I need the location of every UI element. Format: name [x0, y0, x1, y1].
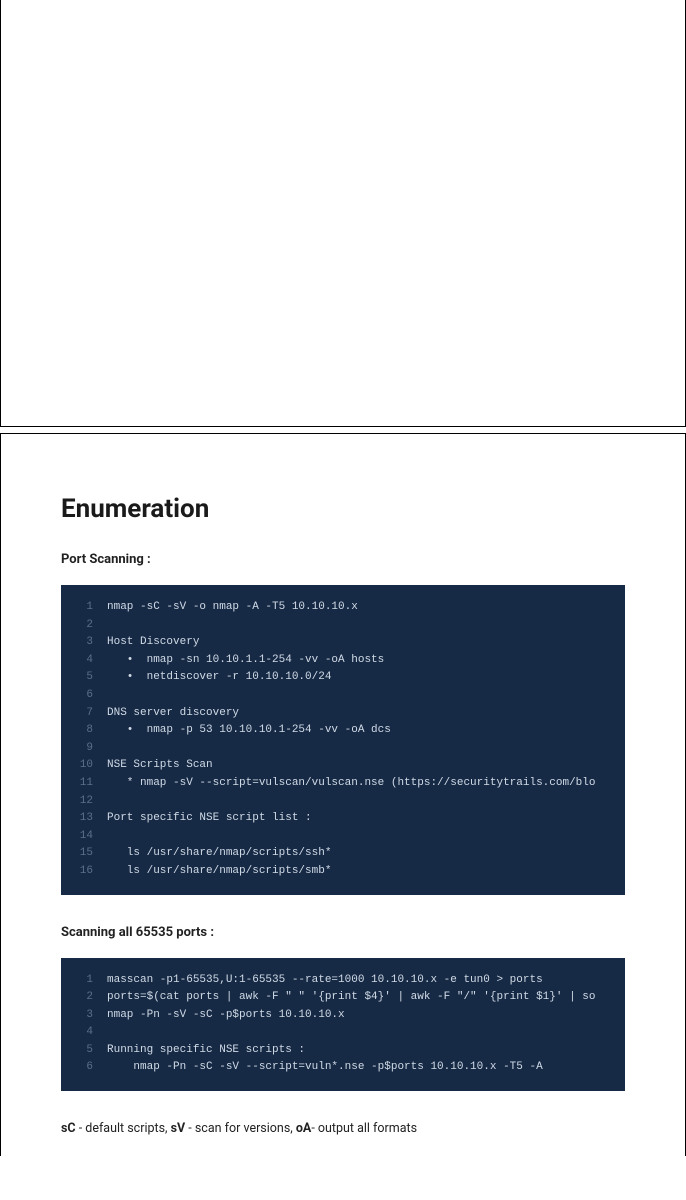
- code-line: 4 • nmap -sn 10.10.1.1-254 -vv -oA hosts: [71, 652, 615, 670]
- section-heading: Enumeration: [61, 494, 625, 524]
- code-line: 11 * nmap -sV --script=vulscan/vulscan.n…: [71, 775, 615, 793]
- subheading-port-scanning: Port Scanning :: [61, 552, 625, 567]
- line-number: 1: [71, 599, 93, 617]
- code-line: 13 Port specific NSE script list :: [71, 810, 615, 828]
- line-number: 2: [71, 989, 93, 1007]
- code-line: 5 Running specific NSE scripts :: [71, 1042, 615, 1060]
- line-number: 11: [71, 775, 93, 793]
- line-number: 7: [71, 705, 93, 723]
- legend-sv: sV: [171, 1121, 186, 1136]
- code-text: ports=$(cat ports | awk -F " " '{print $…: [107, 989, 595, 1007]
- code-text: Running specific NSE scripts :: [107, 1042, 305, 1060]
- code-line: 12: [71, 793, 615, 811]
- line-number: 2: [71, 617, 93, 635]
- line-number: 5: [71, 669, 93, 687]
- legend-oa: oA: [296, 1121, 311, 1136]
- code-line: 3 Host Discovery: [71, 634, 615, 652]
- code-text: * nmap -sV --script=vulscan/vulscan.nse …: [107, 775, 595, 793]
- line-number: 6: [71, 687, 93, 705]
- line-number: 4: [71, 652, 93, 670]
- line-number: 1: [71, 972, 93, 990]
- code-block-all-ports: 1 masscan -p1-65535,U:1-65535 --rate=1000…: [61, 958, 625, 1092]
- code-text: nmap -sC -sV -o nmap -A -T5 10.10.10.x: [107, 599, 358, 617]
- line-number: 6: [71, 1059, 93, 1077]
- line-number: 9: [71, 740, 93, 758]
- line-number: 16: [71, 863, 93, 881]
- code-line: 6 nmap -Pn -sC -sV --script=vuln*.nse -p…: [71, 1059, 615, 1077]
- code-text: Host Discovery: [107, 634, 199, 652]
- code-block-port-scanning: 1 nmap -sC -sV -o nmap -A -T5 10.10.10.x 2…: [61, 585, 625, 895]
- line-number: 10: [71, 757, 93, 775]
- line-number: 3: [71, 634, 93, 652]
- line-number: 3: [71, 1007, 93, 1025]
- code-text: NSE Scripts Scan: [107, 757, 213, 775]
- code-line: 6: [71, 687, 615, 705]
- blank-region: [0, 0, 686, 427]
- code-line: 1 nmap -sC -sV -o nmap -A -T5 10.10.10.x: [71, 599, 615, 617]
- line-number: 15: [71, 845, 93, 863]
- code-text: masscan -p1-65535,U:1-65535 --rate=1000 …: [107, 972, 543, 990]
- line-number: 13: [71, 810, 93, 828]
- line-number: 5: [71, 1042, 93, 1060]
- code-line: 2: [71, 617, 615, 635]
- code-line: 14: [71, 828, 615, 846]
- code-line: 16 ls /usr/share/nmap/scripts/smb*: [71, 863, 615, 881]
- line-number: 14: [71, 828, 93, 846]
- code-text: ls /usr/share/nmap/scripts/ssh*: [107, 845, 331, 863]
- code-line: 1 masscan -p1-65535,U:1-65535 --rate=1000…: [71, 972, 615, 990]
- flags-legend: sC - default scripts, sV - scan for vers…: [61, 1121, 625, 1136]
- code-line: 9: [71, 740, 615, 758]
- code-line: 15 ls /usr/share/nmap/scripts/ssh*: [71, 845, 615, 863]
- code-text: nmap -Pn -sC -sV --script=vuln*.nse -p$p…: [107, 1059, 543, 1077]
- code-text: • nmap -p 53 10.10.10.1-254 -vv -oA dcs: [107, 722, 391, 740]
- code-text: ls /usr/share/nmap/scripts/smb*: [107, 863, 331, 881]
- code-line: 8 • nmap -p 53 10.10.10.1-254 -vv -oA dc…: [71, 722, 615, 740]
- code-text: Port specific NSE script list :: [107, 810, 312, 828]
- line-number: 8: [71, 722, 93, 740]
- code-text: • nmap -sn 10.10.1.1-254 -vv -oA hosts: [107, 652, 384, 670]
- code-text: nmap -Pn -sV -sC -p$ports 10.10.10.x: [107, 1007, 345, 1025]
- line-number: 12: [71, 793, 93, 811]
- line-number: 4: [71, 1024, 93, 1042]
- legend-sc: sC: [61, 1121, 76, 1136]
- code-line: 5 • netdiscover -r 10.10.10.0/24: [71, 669, 615, 687]
- code-line: 10 NSE Scripts Scan: [71, 757, 615, 775]
- document-content: Enumeration Port Scanning : 1 nmap -sC -s…: [0, 433, 686, 1156]
- code-line: 3 nmap -Pn -sV -sC -p$ports 10.10.10.x: [71, 1007, 615, 1025]
- code-text: • netdiscover -r 10.10.10.0/24: [107, 669, 331, 687]
- code-line: 2 ports=$(cat ports | awk -F " " '{print …: [71, 989, 615, 1007]
- code-text: DNS server discovery: [107, 705, 239, 723]
- code-line: 7 DNS server discovery: [71, 705, 615, 723]
- subheading-all-ports: Scanning all 65535 ports :: [61, 925, 625, 940]
- code-line: 4: [71, 1024, 615, 1042]
